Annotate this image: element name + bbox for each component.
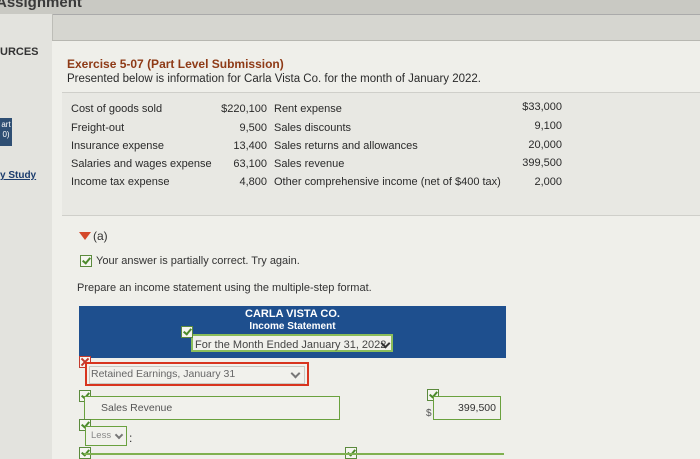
account-input-value: Sales Revenue (101, 402, 173, 414)
next-row-field-edge[interactable] (84, 453, 504, 455)
item-amount: 63,100 (233, 158, 267, 170)
item-amount: 9,100 (534, 120, 562, 132)
item-label: Income tax expense (71, 176, 170, 188)
statement-header: CARLA VISTA CO. Income Statement For the… (79, 306, 506, 358)
divider (52, 40, 700, 41)
part-badge[interactable]: art 0) (0, 118, 12, 146)
left-sidebar: URCES art 0) y Study (0, 14, 53, 459)
account-input[interactable]: Sales Revenue (84, 396, 340, 420)
period-select[interactable]: For the Month Ended January 31, 2022 (191, 334, 393, 352)
account-select[interactable]: Retained Earnings, January 31 (85, 362, 309, 386)
resources-heading: URCES (0, 46, 39, 58)
partial-tab-title: Assignment (0, 0, 82, 11)
collapse-caret-icon[interactable] (79, 232, 91, 240)
item-label: Sales returns and allowances (274, 140, 418, 152)
item-amount: 20,000 (528, 139, 562, 151)
partial-check-icon (80, 255, 92, 267)
chevron-down-icon (114, 430, 124, 440)
period-select-value: For the Month Ended January 31, 2022 (195, 339, 387, 351)
statement-name: Income Statement (249, 321, 336, 332)
exercise-title: Exercise 5-07 (Part Level Submission) (67, 57, 284, 71)
instruction-text: Prepare an income statement using the mu… (77, 282, 372, 294)
browser-top-bar: Assignment (0, 0, 700, 15)
correct-check-icon (181, 326, 193, 338)
item-label: Insurance expense (71, 140, 164, 152)
study-link[interactable]: y Study (0, 170, 36, 181)
item-label: Sales revenue (274, 158, 345, 170)
item-label: Other comprehensive income (net of $400 … (274, 176, 501, 188)
part-a-label[interactable]: (a) (93, 229, 108, 243)
item-amount: 2,000 (534, 176, 562, 188)
exercise-intro: Presented below is information for Carla… (67, 73, 482, 85)
item-amount: 9,500 (239, 122, 267, 134)
item-amount: $220,100 (221, 103, 267, 115)
item-label: Sales discounts (274, 122, 352, 134)
feedback-text: Your answer is partially correct. Try ag… (96, 255, 300, 267)
account-select-value: Retained Earnings, January 31 (91, 368, 236, 380)
colon-text: : (129, 431, 133, 445)
item-amount: 13,400 (233, 140, 267, 152)
item-label: Rent expense (274, 103, 342, 115)
item-amount: $33,000 (522, 101, 562, 113)
amount-input[interactable]: 399,500 (433, 396, 501, 420)
item-amount: 399,500 (522, 157, 562, 169)
less-select[interactable]: Less (85, 426, 127, 446)
item-amount: 4,800 (239, 176, 267, 188)
item-label: Cost of goods sold (71, 103, 163, 115)
currency-symbol: $ (426, 408, 432, 419)
company-name: CARLA VISTA CO. (245, 308, 340, 320)
amount-input-value: 399,500 (458, 402, 496, 414)
item-label: Freight-out (71, 122, 125, 134)
less-select-value: Less (91, 430, 112, 441)
item-label: Salaries and wages expense (71, 158, 212, 170)
